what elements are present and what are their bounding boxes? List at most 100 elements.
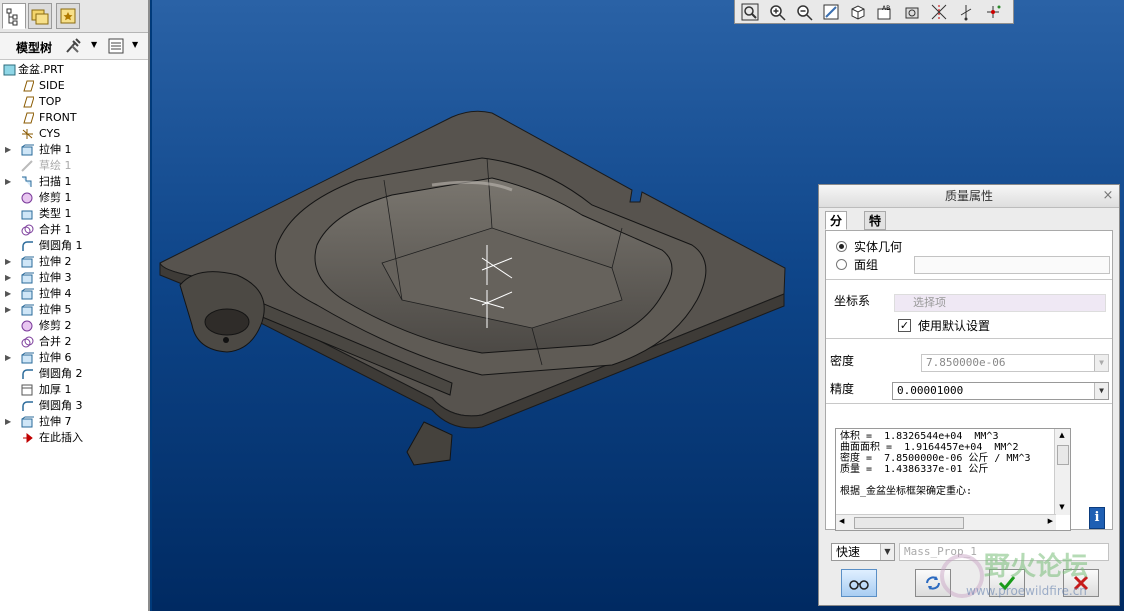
tree-item[interactable]: 金盆.PRT <box>0 62 148 78</box>
tree-item-label: 金盆.PRT <box>18 63 64 76</box>
mode-dropdown-icon[interactable]: ▼ <box>880 544 894 560</box>
tree-item[interactable]: 类型 1 <box>0 206 148 222</box>
tree-item-label: 拉伸 5 <box>39 303 72 316</box>
results-hscrollbar[interactable]: ◀ ▶ <box>836 514 1056 530</box>
view-toolbar: AB <box>734 0 1014 24</box>
tree-item-label: SIDE <box>39 79 65 92</box>
zoom-out-button[interactable] <box>793 2 815 22</box>
tree-item[interactable]: ▶ 拉伸 3 <box>0 270 148 286</box>
expand-arrow-icon[interactable]: ▶ <box>5 142 11 158</box>
folder-browser-tab[interactable] <box>28 3 52 29</box>
checkmark-icon <box>998 576 1016 591</box>
datum-planes-button[interactable] <box>928 2 950 22</box>
tab-analysis[interactable]: 分析 <box>825 211 848 247</box>
show-list-icon[interactable] <box>107 37 125 55</box>
tree-item[interactable]: 修剪 1 <box>0 190 148 206</box>
info-icon[interactable]: i <box>1089 507 1105 529</box>
favorites-tab[interactable] <box>56 3 80 29</box>
results-panel[interactable]: 体积 = 1.8326544e+04 MM^3 曲面面积 = 1.9164457… <box>835 428 1071 531</box>
expand-arrow-icon[interactable]: ▶ <box>5 270 11 286</box>
results-vscrollbar[interactable]: ▲ ▼ <box>1054 429 1070 515</box>
model-tree-title: 模型树 <box>16 41 53 55</box>
favorites-icon <box>60 8 76 24</box>
close-button[interactable]: × <box>1101 185 1115 207</box>
model-tree-tab[interactable] <box>2 3 26 29</box>
tree-item[interactable]: 修剪 2 <box>0 318 148 334</box>
use-default-checkbox[interactable]: ✓ <box>898 319 911 332</box>
tree-item-label: FRONT <box>39 111 77 124</box>
scroll-thumb[interactable] <box>1057 445 1069 465</box>
solid-geometry-radio[interactable] <box>836 241 847 252</box>
tree-item[interactable]: 在此插入 <box>0 430 148 446</box>
hscroll-thumb[interactable] <box>854 517 964 529</box>
accuracy-dropdown-icon[interactable]: ▼ <box>1094 383 1108 399</box>
tree-item[interactable]: SIDE <box>0 78 148 94</box>
quilt-collector[interactable] <box>914 256 1110 274</box>
datum-axes-button[interactable] <box>955 2 977 22</box>
tree-item[interactable]: ▶ 拉伸 6 <box>0 350 148 366</box>
layers-button[interactable] <box>901 2 923 22</box>
scroll-down-icon[interactable]: ▼ <box>1056 503 1068 513</box>
tree-item[interactable]: 倒圆角 2 <box>0 366 148 382</box>
mass-properties-dialog: 质量属性 × 分析 特征 实体几何 面组 坐标系 选择项 ✓ 使用默认设置 密度… <box>818 184 1120 606</box>
feature-icon <box>21 256 34 268</box>
tree-item[interactable]: ▶ 拉伸 5 <box>0 302 148 318</box>
analysis-name-field[interactable]: Mass_Prop_1 <box>899 543 1109 561</box>
zoom-fit-icon <box>741 3 759 21</box>
ok-button[interactable] <box>989 569 1025 597</box>
tree-item[interactable]: TOP <box>0 94 148 110</box>
zoom-in-button[interactable] <box>766 2 788 22</box>
accuracy-label: 精度 <box>830 382 855 396</box>
quilt-radio[interactable] <box>836 259 847 270</box>
tree-item[interactable]: 倒圆角 3 <box>0 398 148 414</box>
repeat-button[interactable] <box>915 569 951 597</box>
cancel-button[interactable] <box>1063 569 1099 597</box>
select-placeholder: 选择项 <box>913 296 946 309</box>
accuracy-dropdown[interactable]: 0.00001000 ▼ <box>892 382 1109 400</box>
settings-tools-icon[interactable] <box>64 37 84 55</box>
layers-icon <box>905 7 919 19</box>
tree-item[interactable]: CYS <box>0 126 148 142</box>
repaint-button[interactable] <box>820 2 842 22</box>
saved-views-button[interactable]: AB <box>874 2 896 22</box>
scroll-up-icon[interactable]: ▲ <box>1056 431 1068 441</box>
divider <box>826 338 1112 339</box>
scroll-right-icon[interactable]: ▶ <box>1048 517 1053 525</box>
tree-item[interactable]: 加厚 1 <box>0 382 148 398</box>
tree-item[interactable]: ▶ 拉伸 1 <box>0 142 148 158</box>
tree-item[interactable]: ▶ 拉伸 2 <box>0 254 148 270</box>
datum-points-button[interactable] <box>982 2 1004 22</box>
tree-item-label: 加厚 1 <box>39 383 72 396</box>
expand-arrow-icon[interactable]: ▶ <box>5 350 11 366</box>
results-text: 体积 = 1.8326544e+04 MM^3 曲面面积 = 1.9164457… <box>840 431 1031 497</box>
expand-arrow-icon[interactable]: ▶ <box>5 174 11 190</box>
tab-feature[interactable]: 特征 <box>864 211 887 247</box>
view-orient-button[interactable] <box>847 2 869 22</box>
mode-dropdown[interactable]: 快速 ▼ <box>831 543 895 561</box>
zoom-fit-button[interactable] <box>739 2 761 22</box>
expand-arrow-icon[interactable]: ▶ <box>5 302 11 318</box>
settings-dropdown-icon[interactable]: ▼ <box>91 40 97 49</box>
tree-item[interactable]: ▶ 拉伸 4 <box>0 286 148 302</box>
tree-item[interactable]: ▶ 扫描 1 <box>0 174 148 190</box>
feature-icon <box>21 352 34 364</box>
glasses-icon <box>849 580 869 590</box>
show-dropdown-icon[interactable]: ▼ <box>132 40 138 49</box>
tree-item[interactable]: 草绘 1 <box>0 158 148 174</box>
coord-sys-collector[interactable]: 选择项 <box>894 294 1106 312</box>
feature-icon <box>21 304 34 316</box>
solid-geometry-label: 实体几何 <box>854 240 903 254</box>
expand-arrow-icon[interactable]: ▶ <box>5 286 11 302</box>
tree-item-label: 类型 1 <box>39 207 72 220</box>
tree-item[interactable]: ▶ 拉伸 7 <box>0 414 148 430</box>
feature-icon <box>21 224 34 236</box>
expand-arrow-icon[interactable]: ▶ <box>5 254 11 270</box>
tree-item[interactable]: 合并 2 <box>0 334 148 350</box>
tree-item[interactable]: 倒圆角 1 <box>0 238 148 254</box>
preview-button[interactable] <box>841 569 877 597</box>
scroll-left-icon[interactable]: ◀ <box>839 517 844 525</box>
tree-item-label: 拉伸 4 <box>39 287 72 300</box>
tree-item[interactable]: FRONT <box>0 110 148 126</box>
expand-arrow-icon[interactable]: ▶ <box>5 414 11 430</box>
tree-item[interactable]: 合并 1 <box>0 222 148 238</box>
